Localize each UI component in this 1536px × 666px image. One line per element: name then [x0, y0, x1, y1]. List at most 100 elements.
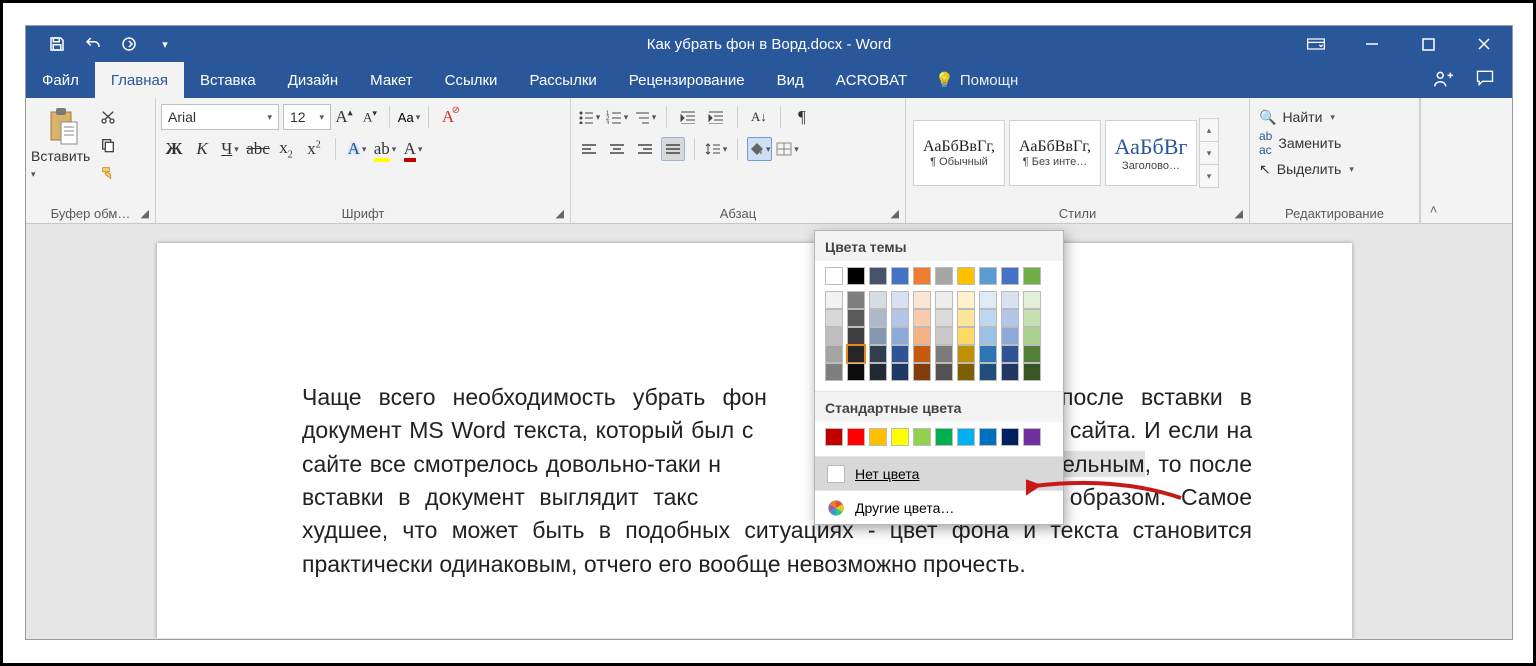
color-swatch[interactable]: [825, 291, 843, 309]
color-swatch[interactable]: [957, 327, 975, 345]
color-swatch[interactable]: [1001, 267, 1019, 285]
borders-button[interactable]: [776, 137, 800, 161]
minimize-button[interactable]: [1344, 26, 1400, 62]
color-swatch[interactable]: [935, 291, 953, 309]
show-marks-button[interactable]: ¶: [790, 105, 814, 129]
color-swatch[interactable]: [913, 291, 931, 309]
color-swatch[interactable]: [891, 345, 909, 363]
share-icon[interactable]: [1432, 68, 1456, 92]
tab-home[interactable]: Главная: [95, 62, 184, 98]
color-swatch[interactable]: [847, 327, 865, 345]
color-swatch[interactable]: [935, 267, 953, 285]
style-no-spacing[interactable]: АаБбВвГг,¶ Без инте…: [1009, 120, 1101, 186]
tab-acrobat[interactable]: ACROBAT: [820, 62, 923, 98]
color-swatch[interactable]: [979, 267, 997, 285]
color-swatch[interactable]: [1001, 327, 1019, 345]
color-swatch[interactable]: [979, 291, 997, 309]
color-swatch[interactable]: [979, 428, 997, 446]
tab-insert[interactable]: Вставка: [184, 62, 272, 98]
color-swatch[interactable]: [1001, 309, 1019, 327]
color-swatch[interactable]: [913, 327, 931, 345]
color-swatch[interactable]: [957, 428, 975, 446]
color-swatch[interactable]: [869, 309, 887, 327]
color-swatch[interactable]: [1023, 428, 1041, 446]
color-swatch[interactable]: [913, 428, 931, 446]
color-swatch[interactable]: [847, 291, 865, 309]
color-swatch[interactable]: [869, 327, 887, 345]
color-swatch[interactable]: [979, 363, 997, 381]
comments-icon[interactable]: [1474, 68, 1498, 92]
styles-launcher-icon[interactable]: ◢: [1235, 207, 1243, 220]
color-swatch[interactable]: [869, 267, 887, 285]
color-swatch[interactable]: [979, 309, 997, 327]
color-swatch[interactable]: [847, 267, 865, 285]
collapse-ribbon-button[interactable]: ˄: [1420, 98, 1446, 223]
style-normal[interactable]: АаБбВвГг,¶ Обычный: [913, 120, 1005, 186]
font-size-combo[interactable]: 12▾: [283, 104, 331, 130]
color-swatch[interactable]: [825, 327, 843, 345]
tab-mailings[interactable]: Рассылки: [513, 62, 612, 98]
color-swatch[interactable]: [979, 345, 997, 363]
align-center-button[interactable]: [605, 137, 629, 161]
tab-references[interactable]: Ссылки: [429, 62, 514, 98]
color-swatch[interactable]: [913, 363, 931, 381]
color-swatch[interactable]: [825, 363, 843, 381]
color-swatch[interactable]: [1001, 345, 1019, 363]
color-swatch[interactable]: [847, 309, 865, 327]
color-swatch[interactable]: [891, 327, 909, 345]
color-swatch[interactable]: [1001, 363, 1019, 381]
color-swatch[interactable]: [825, 345, 843, 363]
color-swatch[interactable]: [1023, 309, 1041, 327]
replace-button[interactable]: abacЗаменить: [1255, 130, 1345, 156]
styles-gallery-scroll[interactable]: ▴▾▾: [1199, 118, 1219, 188]
color-swatch[interactable]: [891, 267, 909, 285]
color-swatch[interactable]: [1023, 363, 1041, 381]
color-swatch[interactable]: [913, 345, 931, 363]
clipboard-launcher-icon[interactable]: ◢: [141, 207, 149, 220]
align-left-button[interactable]: [577, 137, 601, 161]
more-colors-item[interactable]: Другие цвета…: [815, 490, 1063, 524]
color-swatch[interactable]: [847, 345, 865, 363]
color-swatch[interactable]: [891, 428, 909, 446]
tab-view[interactable]: Вид: [761, 62, 820, 98]
color-swatch[interactable]: [935, 327, 953, 345]
grow-font-button[interactable]: A▴: [332, 105, 356, 129]
superscript-button[interactable]: x2: [302, 137, 326, 161]
multilevel-list-button[interactable]: [633, 105, 657, 129]
text-effects-button[interactable]: A: [345, 137, 369, 161]
font-launcher-icon[interactable]: ◢: [556, 207, 564, 220]
color-swatch[interactable]: [847, 363, 865, 381]
change-case-button[interactable]: Aa: [397, 105, 421, 129]
bullets-button[interactable]: [577, 105, 601, 129]
strikethrough-button[interactable]: abc: [246, 137, 270, 161]
page[interactable]: Чаще всего необходимость убрать фон посл…: [157, 243, 1352, 638]
align-right-button[interactable]: [633, 137, 657, 161]
color-swatch[interactable]: [1023, 291, 1041, 309]
color-swatch[interactable]: [891, 309, 909, 327]
color-swatch[interactable]: [957, 309, 975, 327]
font-name-combo[interactable]: Arial▾: [161, 104, 279, 130]
cut-button[interactable]: [97, 106, 119, 128]
color-swatch[interactable]: [1001, 291, 1019, 309]
color-swatch[interactable]: [825, 309, 843, 327]
no-color-item[interactable]: Нет цвета: [815, 456, 1063, 490]
color-swatch[interactable]: [957, 363, 975, 381]
tab-layout[interactable]: Макет: [354, 62, 428, 98]
format-painter-button[interactable]: [97, 162, 119, 184]
font-color-button[interactable]: A: [401, 137, 425, 161]
tell-me[interactable]: 💡 Помощн: [923, 71, 1030, 89]
color-swatch[interactable]: [891, 291, 909, 309]
color-swatch[interactable]: [825, 267, 843, 285]
style-heading1[interactable]: АаБбВгЗаголово…: [1105, 120, 1197, 186]
color-swatch[interactable]: [957, 267, 975, 285]
tab-review[interactable]: Рецензирование: [613, 62, 761, 98]
save-icon[interactable]: [46, 33, 68, 55]
select-button[interactable]: ↖Выделить▾: [1255, 156, 1358, 182]
color-swatch[interactable]: [1023, 345, 1041, 363]
ribbon-options-icon[interactable]: [1288, 26, 1344, 62]
color-swatch[interactable]: [1023, 327, 1041, 345]
numbering-button[interactable]: 123: [605, 105, 629, 129]
tab-file[interactable]: Файл: [26, 62, 95, 98]
close-button[interactable]: [1456, 26, 1512, 62]
color-swatch[interactable]: [869, 345, 887, 363]
